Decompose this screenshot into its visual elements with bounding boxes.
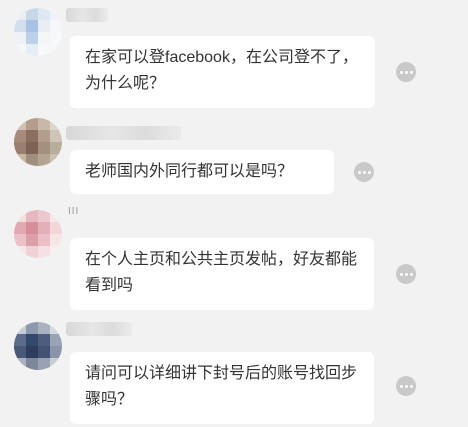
more-options-icon[interactable] — [396, 62, 416, 82]
comment-bubble: 在家可以登facebook，在公司登不了，为什么呢？ — [70, 36, 375, 108]
username-blurred[interactable] — [66, 322, 132, 336]
username-blurred[interactable] — [66, 8, 108, 22]
more-options-icon[interactable] — [396, 264, 416, 284]
avatar[interactable] — [14, 118, 62, 166]
more-options-icon[interactable] — [354, 162, 374, 182]
avatar[interactable] — [14, 8, 62, 56]
comment-text: 请问可以详细讲下封号后的账号找回步骤吗？ — [85, 365, 358, 408]
comment-bubble: 请问可以详细讲下封号后的账号找回步骤吗？ — [70, 352, 374, 424]
username-blurred[interactable] — [66, 126, 181, 140]
comment-bubble: 在个人主页和公共主页发帖，好友都能看到吗 — [70, 238, 374, 310]
avatar[interactable] — [14, 210, 62, 258]
comment-text: 在个人主页和公共主页发帖，好友都能看到吗 — [85, 251, 358, 294]
comment-text: 老师国内外同行都可以是吗？ — [85, 163, 294, 180]
comment-bubble: 老师国内外同行都可以是吗？ — [70, 150, 334, 194]
username-fragment[interactable]: III — [68, 206, 79, 217]
comment-text: 在家可以登facebook，在公司登不了，为什么呢？ — [85, 49, 358, 92]
more-options-icon[interactable] — [396, 376, 416, 396]
avatar[interactable] — [14, 322, 62, 370]
